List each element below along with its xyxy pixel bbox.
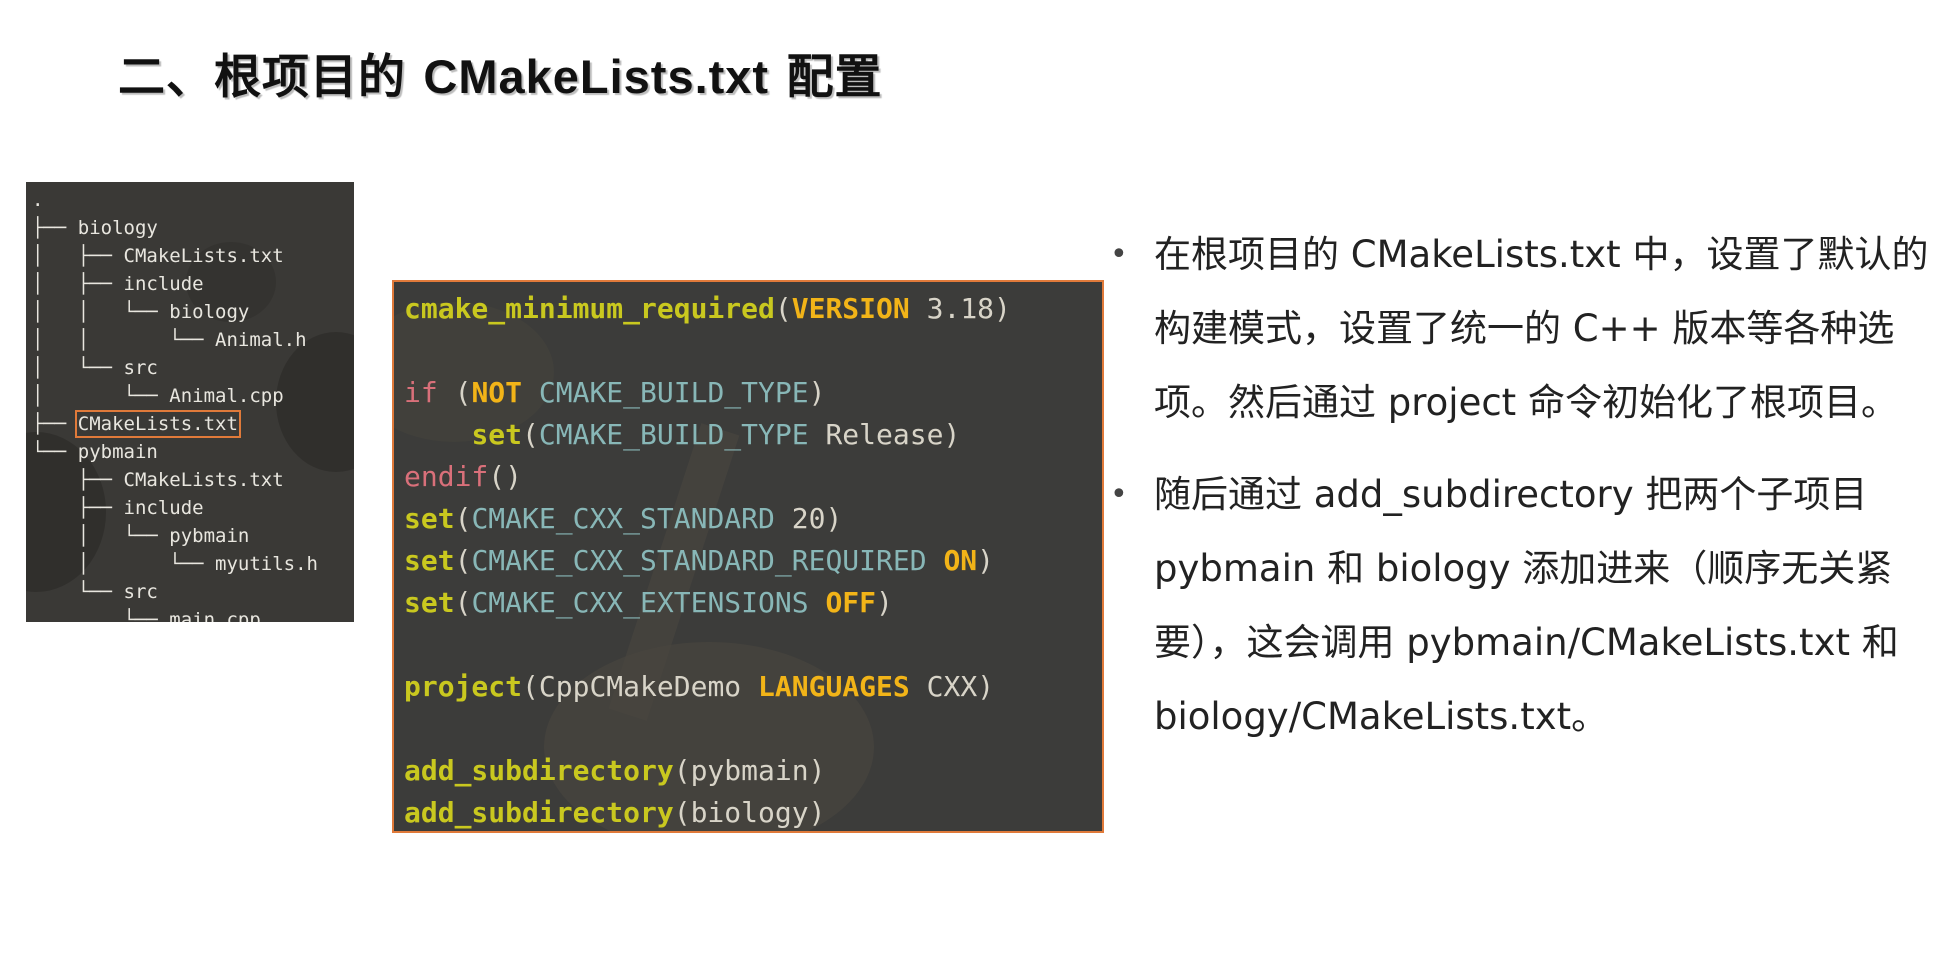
tree-line: └── src [32, 581, 158, 603]
code-keyword: ON [943, 544, 978, 577]
tree-line: │ └── myutils.h [32, 553, 318, 575]
code-value: CppCMakeDemo [538, 670, 742, 703]
title-prefix: 二、根项目的 [118, 50, 424, 105]
code-function: set [404, 544, 455, 577]
code-value: biology [690, 796, 809, 829]
code-value: pybmain [690, 754, 809, 787]
code-keyword: OFF [825, 586, 877, 619]
code-value: 3.18 [926, 292, 995, 325]
tree-line: ├── include [32, 497, 204, 519]
code-keyword: VERSION [791, 292, 910, 325]
title-suffix: 配置 [769, 50, 883, 105]
code-function: add_subdirectory [404, 754, 674, 787]
code-control: if [404, 376, 438, 409]
code-variable: CMAKE_BUILD_TYPE [538, 418, 809, 451]
code-variable: CMAKE_CXX_STANDARD_REQUIRED [471, 544, 927, 577]
code-function: project [404, 670, 523, 703]
tree-line: └── pybmain [32, 441, 158, 463]
tree-line: │ └── src [32, 357, 158, 379]
slide-title: 二、根项目的 CMakeLists.txt 配置 [118, 38, 882, 107]
code-function: add_subdirectory [404, 796, 674, 829]
directory-tree-screenshot: . ├── biology │ ├── CMakeLists.txt │ ├──… [26, 182, 354, 622]
bullet-dot: • [1110, 237, 1128, 272]
code-value: CXX [926, 670, 978, 703]
code-value: Release [825, 418, 944, 451]
tree-line: ├── CMakeLists.txt [32, 469, 284, 491]
tree-line: │ │ └── Animal.h [32, 329, 307, 351]
tree-line: │ │ └── biology [32, 301, 250, 323]
code-value: 20 [791, 502, 826, 535]
bullet-list: • 在根项目的 CMakeLists.txt 中，设置了默认的构建模式，设置了统… [1110, 218, 1940, 754]
bullet-dot: • [1110, 477, 1128, 512]
bullet-item: • 在根项目的 CMakeLists.txt 中，设置了默认的构建模式，设置了统… [1110, 218, 1940, 440]
directory-tree: . ├── biology │ ├── CMakeLists.txt │ ├──… [32, 186, 318, 622]
code-function: set [404, 502, 455, 535]
code-block: cmake_minimum_required(VERSION 3.18) if … [392, 280, 1104, 833]
code-control: endif [404, 460, 489, 493]
tree-root: . [32, 189, 44, 211]
tree-line: │ └── Animal.cpp [32, 385, 284, 407]
code-variable: CMAKE_CXX_STANDARD [471, 502, 775, 535]
code-function: cmake_minimum_required [404, 292, 775, 325]
code-variable: CMAKE_CXX_EXTENSIONS [471, 586, 809, 619]
tree-line: │ └── pybmain [32, 525, 250, 547]
bullet-item: • 随后通过 add_subdirectory 把两个子项目 pybmain 和… [1110, 458, 1940, 754]
tree-highlighted-file: CMakeLists.txt [74, 410, 241, 438]
tree-line: │ ├── include [32, 273, 204, 295]
code-function: set [404, 586, 455, 619]
code-function: set [471, 418, 523, 451]
tree-line: │ ├── CMakeLists.txt [32, 245, 284, 267]
code-keyword: NOT [471, 376, 523, 409]
code-variable: CMAKE_BUILD_TYPE [538, 376, 809, 409]
code-keyword: LANGUAGES [758, 670, 910, 703]
title-filename: CMakeLists.txt [423, 50, 770, 103]
bullet-text: 在根项目的 CMakeLists.txt 中，设置了默认的构建模式，设置了统一的… [1154, 233, 1929, 424]
bullet-text: 随后通过 add_subdirectory 把两个子项目 pybmain 和 b… [1154, 473, 1899, 738]
cmake-code: cmake_minimum_required(VERSION 3.18) if … [404, 292, 1011, 829]
tree-line: ├── [32, 413, 78, 435]
tree-line: ├── biology [32, 217, 158, 239]
tree-line: └── main.cpp [32, 609, 261, 622]
